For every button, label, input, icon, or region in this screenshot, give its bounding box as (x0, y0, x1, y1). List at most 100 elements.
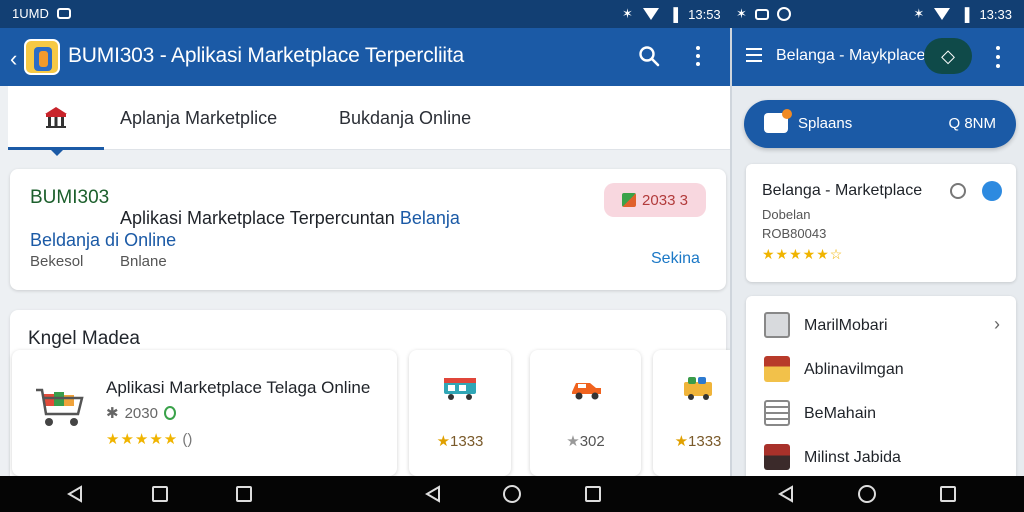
list-item[interactable]: Milinst Jabida (746, 436, 1016, 476)
list-item[interactable]: MarilMobari › (746, 304, 1016, 348)
card-rating: ★1333 (409, 432, 511, 450)
recents-icon[interactable] (152, 486, 168, 502)
rating-stars: ★★★★★ (106, 431, 179, 448)
diamond-icon: ◇ (941, 45, 955, 66)
star-icon: ★ (674, 433, 689, 450)
home-icon (45, 106, 67, 128)
signal-icon: ▐ (668, 6, 679, 22)
right-app-title: Belanga - Maykplace (776, 47, 926, 64)
list-item[interactable]: BeMahain (746, 392, 1016, 436)
star-icon: ★ (566, 433, 580, 450)
overflow-menu-icon[interactable] (692, 44, 704, 68)
shop-icon (684, 377, 712, 400)
rating-value: 1333 (450, 433, 484, 450)
rating-count: () (182, 431, 193, 448)
badge-icon (622, 193, 637, 207)
bluetooth-icon: ✶ (913, 6, 925, 21)
card-rating: ★★★★★ () (106, 430, 192, 448)
search-bar[interactable]: Splaans Q 8NM (744, 100, 1016, 148)
badge-icon (982, 181, 1002, 201)
bluetooth-icon: ✶ (622, 6, 633, 21)
card-rating: ★1333 (653, 432, 730, 450)
code-button[interactable]: ◇ (924, 38, 972, 74)
home-button-icon[interactable] (858, 485, 876, 503)
product-card-small[interactable]: ★1333 (653, 350, 730, 476)
screen: 1UMD ✶ ▐ 13:53 ✶ ✶ ▐ 13:33 ‹ BUMI303 - A… (0, 0, 1024, 512)
overflow-menu-icon[interactable] (994, 46, 1002, 68)
list-item-label: Milinst Jabida (804, 449, 901, 466)
chevron-right-icon: › (994, 314, 1000, 334)
rating-stars: ★★★★★☆ (762, 246, 844, 262)
tab-bar: Aplanja Marketplice Bukdanja Online (8, 86, 730, 156)
banner-sub-1: Bekesol (30, 253, 84, 270)
message-icon (754, 8, 769, 20)
search-icon[interactable] (638, 45, 660, 67)
menu-list: MarilMobari › Ablinavilmgan BeMahain Mil… (746, 296, 1016, 476)
banner-headline-text: Aplikasi Marketplace Terpercuntan (120, 208, 395, 228)
banner-badge: 2033 3 (604, 183, 706, 217)
card-meta-value: 2030 (124, 404, 158, 422)
search-label: Splaans (798, 115, 853, 132)
system-nav-bar (0, 476, 1024, 512)
tab-online[interactable]: Bukdanja Online (339, 86, 471, 150)
product-card-small[interactable]: ★1333 (409, 350, 511, 476)
wifi-icon (642, 8, 659, 20)
rating-value: 1333 (688, 433, 722, 450)
status-time-right: 13:33 (979, 6, 1012, 22)
back-icon[interactable] (777, 485, 795, 503)
store-icon (764, 356, 790, 382)
tab-marketplace[interactable]: Aplanja Marketplice (120, 86, 277, 150)
square-icon[interactable] (236, 486, 252, 502)
card-title: Aplikasi Marketplace Telaga Online (106, 378, 371, 397)
sync-icon (776, 7, 791, 21)
car-icon (571, 383, 601, 400)
rating-value: 302 (579, 433, 605, 450)
card-rating: ★302 (530, 432, 641, 450)
recents-icon[interactable] (585, 486, 601, 502)
truck-icon (444, 378, 476, 400)
right-app-bar: Belanga - Maykplace ◇ (732, 28, 1024, 86)
document-icon (764, 400, 790, 426)
promo-banner[interactable]: BUMI303 Aplikasi Marketplace Terpercunta… (10, 169, 726, 290)
star-icon: ★ (436, 433, 451, 450)
right-app: Belanga - Maykplace ◇ Splaans Q 8NM Bela… (730, 28, 1024, 476)
app-title: BUMI303 - Aplikasi Marketplace Terpercli… (68, 44, 465, 67)
shopping-cart-icon (36, 388, 84, 426)
list-item-label: Ablinavilmgan (804, 361, 904, 378)
list-item-label: MarilMobari (804, 317, 888, 334)
signal-icon: ▐ (960, 6, 970, 22)
banner-brand: BUMI303 (30, 187, 110, 208)
list-item-label: BeMahain (804, 405, 877, 422)
status-right-left: ✶ (736, 6, 791, 22)
app-logo (24, 39, 60, 75)
section-title: Kngel Madea (28, 328, 140, 349)
back-icon[interactable]: ‹ (10, 46, 17, 72)
gear-icon: ✱ (106, 405, 119, 422)
product-card-small[interactable]: ★302 (530, 350, 641, 476)
home-button-icon[interactable] (503, 485, 521, 503)
info-card-title: Belanga - Marketplace (762, 182, 923, 199)
product-card-main[interactable]: Aplikasi Marketplace Telaga Online ✱ 203… (12, 350, 397, 476)
back-icon[interactable] (424, 485, 442, 503)
tab-home[interactable] (8, 86, 104, 156)
chat-icon (764, 109, 792, 133)
menu-icon[interactable] (746, 48, 762, 62)
bluetooth-icon: ✶ (736, 6, 747, 21)
banner-headline-highlight: Belanja (399, 208, 460, 228)
info-icon[interactable] (950, 183, 966, 199)
search-right-label: Q 8NM (948, 115, 996, 132)
notification-icon (56, 8, 71, 19)
banner-headline-line2: Beldanja di Online (30, 230, 177, 250)
recents-icon[interactable] (940, 486, 956, 502)
card-meta: ✱ 2030 (106, 404, 176, 422)
left-app-bar: ‹ BUMI303 - Aplikasi Marketplace Terperc… (0, 28, 730, 86)
list-item[interactable]: Ablinavilmgan (746, 348, 1016, 392)
status-time-left: 13:53 (688, 6, 721, 22)
status-mid: ✶ ▐ 13:53 (622, 6, 721, 22)
status-bar: 1UMD ✶ ▐ 13:53 ✶ ✶ ▐ 13:33 (0, 0, 1024, 28)
see-all-link[interactable]: Sekina (651, 250, 700, 268)
verified-icon (163, 406, 176, 420)
app-info-card[interactable]: Belanga - Marketplace Dobelan ROB80043 ★… (746, 164, 1016, 282)
back-icon[interactable] (66, 485, 84, 503)
banner-sub-2: Bnlane (120, 253, 167, 270)
